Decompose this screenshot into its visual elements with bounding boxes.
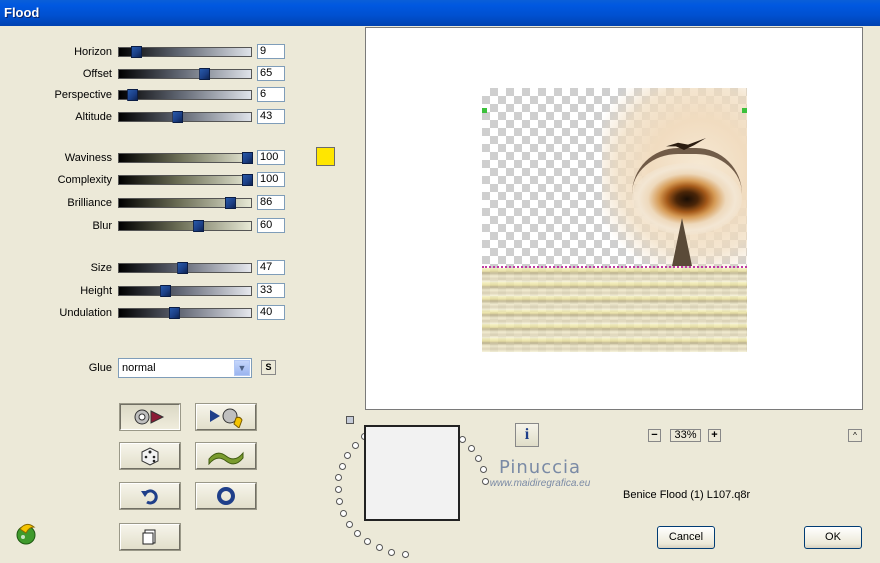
collapse-up-button[interactable]: ^ xyxy=(848,429,862,442)
navigator-dot xyxy=(375,544,383,552)
height-slider-thumb[interactable] xyxy=(160,285,172,297)
preset-name: Benice Flood (1) L107.q8r xyxy=(623,489,751,501)
navigator-dot xyxy=(335,474,343,482)
horizon-slider-thumb[interactable] xyxy=(130,46,142,58)
undo-button[interactable] xyxy=(119,482,181,510)
undulation-slider-thumb[interactable] xyxy=(168,307,180,319)
horizon-label: Horizon xyxy=(74,46,112,58)
navigator-dot xyxy=(354,530,362,538)
undulation-slider[interactable] xyxy=(118,307,252,319)
navigator-dot xyxy=(344,451,352,459)
perspective-label: Perspective xyxy=(54,89,112,101)
reset-circle-icon xyxy=(217,487,235,505)
size-slider-thumb[interactable] xyxy=(177,262,189,274)
horizon-value-field[interactable]: 9 xyxy=(257,44,285,59)
copy-button[interactable] xyxy=(119,523,181,551)
height-slider[interactable] xyxy=(118,285,252,297)
altitude-value-field[interactable]: 43 xyxy=(257,109,285,124)
navigator-dot xyxy=(467,444,475,452)
filmstrip-play-icon xyxy=(134,409,165,425)
altitude-slider-thumb[interactable] xyxy=(172,111,184,123)
waviness-label: Waviness xyxy=(64,152,112,164)
watermark-url: www.maidiregrafica.eu xyxy=(489,478,591,489)
play-forward-icon xyxy=(210,408,243,428)
glue-select-value: normal xyxy=(122,362,156,374)
size-slider[interactable] xyxy=(118,262,252,274)
brilliance-label: Brilliance xyxy=(67,197,112,209)
navigator-dot xyxy=(459,435,467,443)
navigator-dot xyxy=(364,538,372,546)
watermark-name: Pinuccia xyxy=(498,457,582,478)
perspective-value-field[interactable]: 6 xyxy=(257,87,285,102)
undulation-label: Undulation xyxy=(59,307,112,319)
copy-page-icon xyxy=(142,529,156,545)
perspective-slider[interactable] xyxy=(118,89,252,101)
wave-button[interactable] xyxy=(195,442,257,470)
brilliance-value-field[interactable]: 86 xyxy=(257,195,285,210)
waviness-value-field[interactable]: 100 xyxy=(257,150,285,165)
navigator-dot xyxy=(338,462,346,470)
reset-button[interactable] xyxy=(195,482,257,510)
complexity-slider-thumb[interactable] xyxy=(242,174,253,186)
offset-value-field[interactable]: 65 xyxy=(257,66,285,81)
offset-label: Offset xyxy=(82,68,112,80)
title-bar: Flood xyxy=(0,0,880,26)
waviness-slider-thumb[interactable] xyxy=(242,152,253,164)
glue-label: Glue xyxy=(88,362,112,374)
blur-label: Blur xyxy=(92,220,112,232)
perspective-slider-thumb[interactable] xyxy=(127,89,139,101)
complexity-value-field[interactable]: 100 xyxy=(257,172,285,187)
play-forward-button[interactable] xyxy=(195,403,257,431)
horizon-slider[interactable] xyxy=(118,46,252,58)
navigator-dot xyxy=(336,498,344,506)
navigator-thumbnail[interactable] xyxy=(364,425,460,521)
blur-slider[interactable] xyxy=(118,220,252,232)
navigator-dot xyxy=(401,550,409,558)
blur-value-field[interactable]: 60 xyxy=(257,218,285,233)
blur-slider-thumb[interactable] xyxy=(193,220,205,232)
zoom-value: 33% xyxy=(670,429,701,442)
window-title: Flood xyxy=(4,5,40,20)
complexity-slider[interactable] xyxy=(118,174,253,186)
filmstrip-play-button[interactable] xyxy=(119,403,181,431)
brilliance-slider[interactable] xyxy=(118,197,252,209)
random-button[interactable] xyxy=(119,442,181,470)
undulation-value-field[interactable]: 40 xyxy=(257,305,285,320)
navigator-dot xyxy=(388,548,396,556)
navigator-handle[interactable] xyxy=(346,416,354,424)
glue-s-button[interactable]: S xyxy=(261,360,276,375)
wave-icon xyxy=(208,451,244,465)
flood-color-swatch[interactable] xyxy=(316,147,335,166)
size-value-field[interactable]: 47 xyxy=(257,260,285,275)
navigator-dot xyxy=(351,441,359,449)
zoom-out-button[interactable]: − xyxy=(648,429,661,442)
preview-pane[interactable] xyxy=(365,27,863,410)
dice-icon xyxy=(141,447,159,466)
offset-slider[interactable] xyxy=(118,68,252,80)
altitude-label: Altitude xyxy=(75,111,112,123)
cancel-button[interactable]: Cancel xyxy=(657,526,715,549)
ok-button[interactable]: OK xyxy=(804,526,862,549)
brilliance-slider-thumb[interactable] xyxy=(224,197,236,209)
navigator-dot xyxy=(340,509,348,517)
watermark: Pinuccia www.maidiregrafica.eu xyxy=(470,458,610,490)
zoom-in-button[interactable]: + xyxy=(708,429,721,442)
undo-icon xyxy=(141,489,158,505)
navigator-dot xyxy=(346,520,354,528)
altitude-slider[interactable] xyxy=(118,111,252,123)
waviness-slider[interactable] xyxy=(118,152,253,164)
glue-select[interactable]: normal ▼ xyxy=(118,358,252,378)
preview-image xyxy=(482,88,747,352)
chevron-down-icon[interactable]: ▼ xyxy=(234,360,250,376)
complexity-label: Complexity xyxy=(57,174,112,186)
navigator-dot xyxy=(334,486,342,494)
height-value-field[interactable]: 33 xyxy=(257,283,285,298)
app-logo-icon xyxy=(16,523,36,545)
size-label: Size xyxy=(90,262,112,274)
info-button[interactable]: i xyxy=(515,423,539,447)
height-label: Height xyxy=(80,285,112,297)
offset-slider-thumb[interactable] xyxy=(199,68,211,80)
